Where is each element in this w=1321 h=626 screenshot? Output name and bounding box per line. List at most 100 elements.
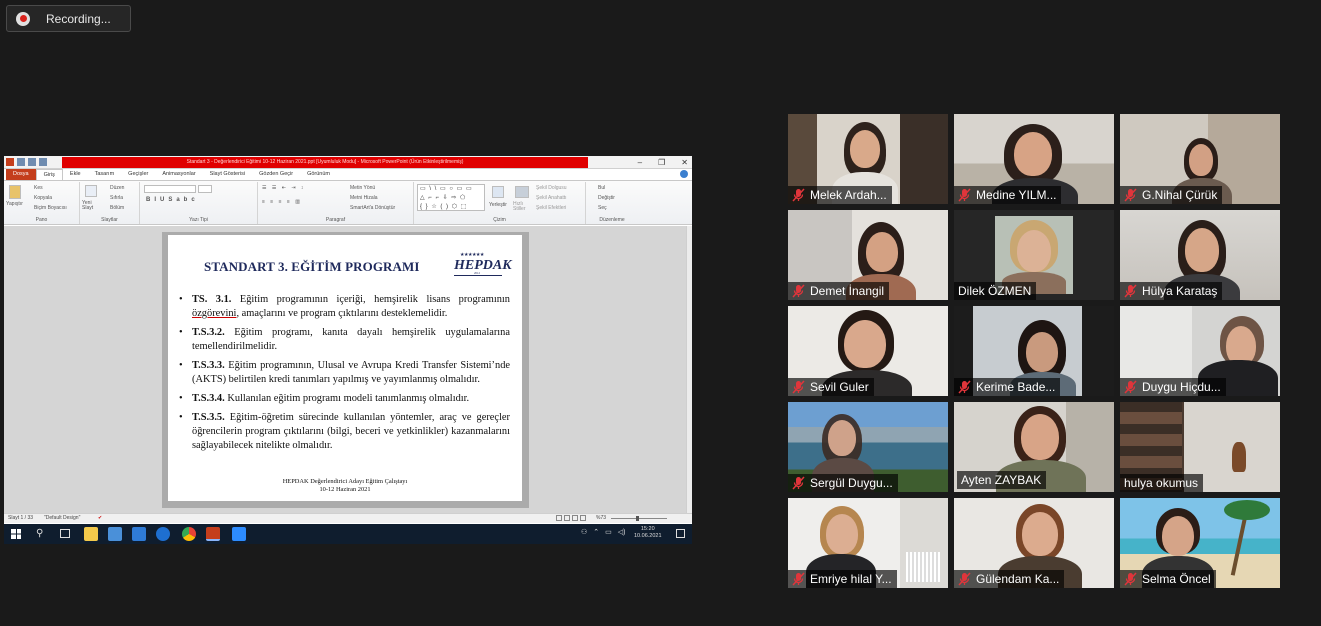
layout-button[interactable]: Düzen (110, 185, 124, 191)
arrange-icon[interactable] (492, 186, 504, 198)
edge-icon[interactable] (156, 527, 170, 541)
font-size-select[interactable] (198, 185, 212, 193)
reset-button[interactable]: Sıfırla (110, 195, 123, 201)
zoom-taskbar-icon[interactable] (232, 527, 246, 541)
task-view-icon[interactable] (60, 529, 70, 538)
minimize-icon[interactable]: – (638, 156, 642, 169)
participant-tile[interactable]: Duygu Hiçdu... (1120, 306, 1280, 396)
participant-face (1026, 332, 1058, 372)
select-button[interactable]: Seç (598, 205, 607, 211)
zoom-slider-knob[interactable] (636, 516, 639, 521)
maximize-icon[interactable]: ❐ (658, 156, 665, 169)
notification-icon[interactable] (676, 529, 685, 538)
participant-nameplate: Duygu Hiçdu... (1120, 378, 1226, 396)
help-icon[interactable] (680, 170, 688, 178)
participant-name: Medine YILM... (976, 188, 1057, 202)
shape-effects-button[interactable]: Şekil Efektleri (536, 205, 566, 211)
participant-nameplate: Kerime Bade... (954, 378, 1061, 396)
slide-footer: HEPDAK Değerlendirici Adayı Eğitim Çalış… (168, 478, 522, 494)
close-icon[interactable]: ✕ (681, 156, 688, 169)
participant-face (1185, 228, 1219, 272)
tab-transitions[interactable]: Geçişler (121, 169, 155, 180)
taskbar-clock[interactable]: 15:20 10.06.2021 (634, 526, 662, 540)
font-format-buttons[interactable]: BIUSabc (146, 197, 199, 203)
zoom-level[interactable]: %73 (596, 514, 606, 523)
participant-tile[interactable]: Dilek ÖZMEN (954, 210, 1114, 300)
muted-mic-icon (1124, 380, 1137, 394)
mail-icon[interactable] (132, 527, 146, 541)
shape-fill-button[interactable]: Şekil Dolgusu (536, 185, 567, 191)
copy-button[interactable]: Kopyala (34, 195, 52, 201)
participant-tile[interactable]: Sevil Guler (788, 306, 948, 396)
participant-tile[interactable]: Sergül Duygu... (788, 402, 948, 492)
list-buttons[interactable]: ☰ ☰ ⇤ ⇥ ↕ (262, 185, 305, 191)
format-painter-button[interactable]: Biçim Boyacısı (34, 205, 67, 211)
tab-insert[interactable]: Ekle (63, 169, 88, 180)
participant-tile[interactable]: Emriye hilal Y... (788, 498, 948, 588)
arrange-button[interactable]: Yerleştir (489, 202, 507, 208)
font-name-select[interactable] (144, 185, 196, 193)
section-button[interactable]: Bölüm (110, 205, 124, 211)
network-icon[interactable]: ▭ (605, 528, 612, 536)
undo-icon[interactable] (28, 158, 36, 166)
paste-button[interactable]: Yapıştır (6, 201, 23, 207)
participant-tile[interactable]: G.Nihal Çürük (1120, 114, 1280, 204)
muted-mic-icon (958, 188, 971, 202)
participant-tile-active-speaker[interactable]: Ayten ZAYBAK (954, 402, 1114, 492)
font-group: BIUSabc Yazı Tipi (140, 182, 258, 224)
file-explorer-icon[interactable] (84, 527, 98, 541)
chevron-up-icon[interactable]: ⌃ (593, 528, 599, 536)
people-icon[interactable]: ⚇ (581, 528, 587, 536)
tab-design[interactable]: Tasarım (88, 169, 122, 180)
tab-review[interactable]: Gözden Geçir (252, 169, 300, 180)
save-icon[interactable] (17, 158, 25, 166)
tab-home[interactable]: Giriş (35, 169, 63, 180)
participant-tile[interactable]: Selma Öncel (1120, 498, 1280, 588)
volume-icon[interactable]: ◁) (618, 528, 626, 536)
tab-slideshow[interactable]: Slayt Gösterisi (203, 169, 252, 180)
windows-start-icon[interactable] (11, 529, 21, 539)
zoom-slider[interactable] (611, 518, 667, 519)
quick-styles-icon[interactable] (515, 186, 529, 198)
text-direction-button[interactable]: Metin Yönü (350, 185, 375, 191)
vertical-scrollbar[interactable] (686, 226, 692, 513)
spellcheck-icon[interactable]: ✔ (98, 514, 102, 523)
muted-mic-icon (792, 188, 805, 202)
replace-button[interactable]: Değiştir (598, 195, 615, 201)
participant-nameplate: Ayten ZAYBAK (957, 471, 1047, 489)
muted-mic-icon (792, 380, 805, 394)
paste-icon[interactable] (9, 185, 21, 199)
participant-tile[interactable]: Kerime Bade... (954, 306, 1114, 396)
new-slide-button[interactable]: Yeni Slayt (82, 201, 104, 211)
participant-tile[interactable]: Demet İnangil (788, 210, 948, 300)
participant-tile[interactable]: Gülendam Ka... (954, 498, 1114, 588)
find-button[interactable]: Bul (598, 185, 605, 191)
system-tray[interactable]: ⚇ ⌃ ▭ ◁) (581, 528, 626, 536)
shape-outline-button[interactable]: Şekil Anahattı (536, 195, 567, 201)
slide-workspace: STANDART 3. EĞİTİM PROGRAMI ★★★★★★ HEPDA… (4, 226, 686, 513)
slide[interactable]: STANDART 3. EĞİTİM PROGRAMI ★★★★★★ HEPDA… (168, 235, 522, 501)
participant-tile[interactable]: hulya okumus (1120, 402, 1280, 492)
tab-animations[interactable]: Animasyonlar (155, 169, 202, 180)
redo-icon[interactable] (39, 158, 47, 166)
recording-indicator[interactable]: Recording... (6, 5, 131, 32)
participant-name: Demet İnangil (810, 284, 885, 298)
bullet-item: T.S.3.5. Eğitim-öğretim sürecinde kullan… (178, 411, 510, 453)
new-slide-icon[interactable] (85, 185, 97, 197)
participant-tile[interactable]: Melek Ardah... (788, 114, 948, 204)
quick-styles-button[interactable]: Hızlı Stiller (513, 202, 531, 212)
store-icon[interactable] (108, 527, 122, 541)
align-text-button[interactable]: Metni Hizala (350, 195, 378, 201)
participant-tile[interactable]: Medine YILM... (954, 114, 1114, 204)
align-buttons[interactable]: ≡ ≡ ≡ ≡ ▥ (262, 199, 302, 205)
font-label: Yazı Tipi (189, 217, 208, 223)
view-buttons[interactable] (556, 515, 586, 521)
tab-view[interactable]: Görünüm (300, 169, 337, 180)
powerpoint-taskbar-icon[interactable] (206, 527, 220, 541)
search-icon[interactable]: ⚲ (36, 528, 43, 540)
cut-button[interactable]: Kes (34, 185, 43, 191)
chrome-icon[interactable] (182, 527, 196, 541)
smartart-button[interactable]: SmartArt'a Dönüştür (350, 205, 395, 211)
participant-tile[interactable]: Hülya Karataş (1120, 210, 1280, 300)
tab-file[interactable]: Dosya (6, 169, 36, 180)
